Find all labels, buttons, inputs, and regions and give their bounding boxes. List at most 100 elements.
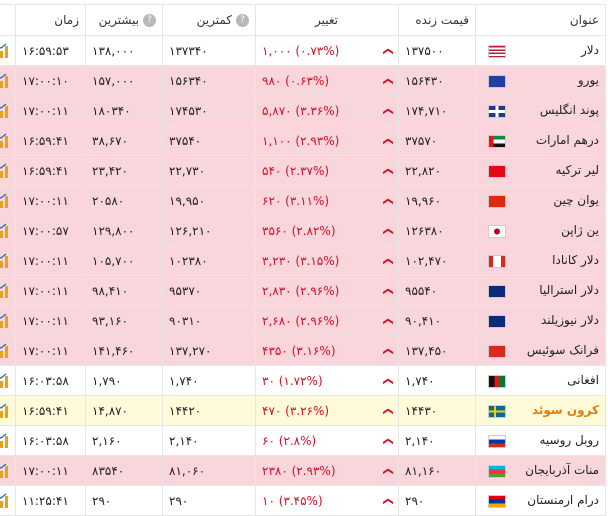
header-low[interactable]: ?کمترین [162, 4, 256, 36]
chart-icon[interactable] [0, 402, 9, 419]
currency-name-cell[interactable]: دلار کانادا [475, 245, 606, 276]
high-cell: ۲۰۵۸۰ [85, 185, 163, 216]
chart-icon[interactable] [0, 282, 9, 299]
time-cell: ۱۶:۰۳:۵۸ [15, 365, 86, 396]
chart-icon[interactable] [0, 492, 9, 509]
chart-link-cell[interactable] [0, 485, 16, 516]
header-change[interactable]: تغییر [255, 4, 399, 36]
chart-link-cell[interactable] [0, 95, 16, 126]
header-name[interactable]: عنوان [475, 4, 606, 36]
currency-name[interactable]: درام ارمنستان [527, 493, 599, 507]
change-cell: ❯ ۶۰ (۲.۸%) [255, 425, 399, 456]
currency-name-cell[interactable]: یورو [475, 65, 606, 96]
currency-name-cell[interactable]: یوان چین [475, 185, 606, 216]
currency-name[interactable]: روبل روسیه [539, 433, 599, 447]
change-value: ۳۵۶۰ (۲.۸۲%) [262, 223, 336, 238]
currency-name-cell[interactable]: کرون سوئد [475, 395, 606, 426]
currency-name-cell[interactable]: پوند انگلیس [475, 95, 606, 126]
chart-link-cell[interactable] [0, 305, 16, 336]
currency-name-cell[interactable]: لیر ترکیه [475, 155, 606, 186]
header-time[interactable]: زمان [15, 4, 86, 36]
chevron-down-icon: ❯ [382, 256, 394, 266]
chart-link-cell[interactable] [0, 35, 16, 66]
chevron-down-icon: ❯ [382, 376, 394, 386]
currency-name[interactable]: فرانک سوئیس [527, 343, 599, 357]
chart-icon[interactable] [0, 192, 9, 209]
chart-link-cell[interactable] [0, 65, 16, 96]
currency-name[interactable]: افغانی [567, 373, 599, 387]
currency-name-cell[interactable]: درهم امارات [475, 125, 606, 156]
currency-name-cell[interactable]: ین ژاپن [475, 215, 606, 246]
currency-name-cell[interactable]: منات آذربایجان [475, 455, 606, 486]
chart-link-cell[interactable] [0, 125, 16, 156]
currency-name[interactable]: دلار کانادا [552, 253, 599, 267]
help-icon[interactable]: ? [143, 14, 156, 27]
low-cell: ۲۲,۷۳۰ [162, 155, 256, 186]
currency-name[interactable]: یوان چین [553, 193, 599, 207]
currency-name[interactable]: منات آذربایجان [525, 463, 599, 477]
currency-name[interactable]: یورو [578, 73, 599, 87]
chart-icon[interactable] [0, 342, 9, 359]
chart-link-cell[interactable] [0, 425, 16, 456]
chart-link-cell[interactable] [0, 155, 16, 186]
chart-icon[interactable] [0, 462, 9, 479]
table-row[interactable]: لیر ترکیه ۲۲,۸۲۰ ❯ ۵۴۰ (۲.۳۷%) ۲۲,۷۳۰ ۲۳,۴۲۰ ۱… [0, 155, 606, 186]
table-row[interactable]: درهم امارات ۳۷۵۷۰ ❯ ۱,۱۰۰ (۲.۹۳%) ۳۷۵۴۰ ۳۸,۶۷… [0, 125, 606, 156]
table-row[interactable]: منات آذربایجان ۸۱,۱۶۰ ❯ ۲۳۸۰ (۲.۹۳%) ۸۱,۰۶۰ ۸… [0, 455, 606, 486]
chart-icon[interactable] [0, 432, 9, 449]
chart-icon[interactable] [0, 72, 9, 89]
currency-name[interactable]: دلار [581, 43, 599, 57]
chart-icon[interactable] [0, 312, 9, 329]
table-row[interactable]: ین ژاپن ۱۲۶۳۸۰ ❯ ۳۵۶۰ (۲.۸۲%) ۱۲۶,۲۱۰ ۱۲۹,۸۰۰… [0, 215, 606, 246]
table-row[interactable]: دلار ۱۳۷۵۰۰ ❯ ۱,۰۰۰ (۰.۷۳%) ۱۳۷۳۴۰ ۱۳۸,۰۰۰ ۱۶:… [0, 35, 606, 66]
chart-link-cell[interactable] [0, 395, 16, 426]
currency-name[interactable]: درهم امارات [536, 133, 599, 147]
currency-name[interactable]: دلار استرالیا [539, 283, 599, 297]
header-price[interactable]: قیمت زنده [398, 4, 476, 36]
change-cell: ❯ ۱۰ (۳.۴۵%) [255, 485, 399, 516]
currency-name-cell[interactable]: درام ارمنستان [475, 485, 606, 516]
table-row[interactable]: یوان چین ۱۹,۹۶۰ ❯ ۶۲۰ (۳.۱۱%) ۱۹,۹۵۰ ۲۰۵۸۰ ۱۷:… [0, 185, 606, 216]
chart-link-cell[interactable] [0, 455, 16, 486]
low-cell: ۱۰۲۳۸۰ [162, 245, 256, 276]
chart-icon[interactable] [0, 252, 9, 269]
table-row[interactable]: درام ارمنستان ۲۹۰ ❯ ۱۰ (۳.۴۵%) ۲۹۰ ۲۹۰ ۱۱:۲۵:۴… [0, 485, 606, 516]
chart-link-cell[interactable] [0, 245, 16, 276]
chart-icon[interactable] [0, 132, 9, 149]
chart-icon[interactable] [0, 222, 9, 239]
currency-name-cell[interactable]: افغانی [475, 365, 606, 396]
chart-icon[interactable] [0, 42, 9, 59]
currency-name-cell[interactable]: روبل روسیه [475, 425, 606, 456]
chart-link-cell[interactable] [0, 185, 16, 216]
table-row[interactable]: روبل روسیه ۲,۱۴۰ ❯ ۶۰ (۲.۸%) ۲,۱۴۰ ۲,۱۶۰ ۱۶:۰۳… [0, 425, 606, 456]
currency-name[interactable]: ین ژاپن [561, 223, 599, 237]
currency-name-cell[interactable]: دلار نیوزیلند [475, 305, 606, 336]
chart-icon[interactable] [0, 162, 9, 179]
chart-link-cell[interactable] [0, 335, 16, 366]
change-value: ۵,۸۷۰ (۳.۳۶%) [262, 103, 340, 118]
live-price-cell: ۱۳۷۵۰۰ [398, 35, 476, 66]
chart-link-cell[interactable] [0, 365, 16, 396]
chart-icon[interactable] [0, 102, 9, 119]
currency-name-cell[interactable]: دلار [475, 35, 606, 66]
table-row[interactable]: دلار استرالیا ۹۵۵۴۰ ❯ ۲,۸۳۰ (۲.۹۶%) ۹۵۳۷۰ ۹۸,… [0, 275, 606, 306]
chart-link-cell[interactable] [0, 275, 16, 306]
chart-icon[interactable] [0, 372, 9, 389]
table-row[interactable]: کرون سوئد ۱۴۴۳۰ ❯ ۴۷۰ (۳.۲۶%) ۱۴۴۲۰ ۱۴,۸۷۰ ۱۶:… [0, 395, 606, 426]
table-row[interactable]: دلار نیوزیلند ۹۰,۴۱۰ ❯ ۲,۶۸۰ (۲.۹۶%) ۹۰۳۱۰ ۹۳… [0, 305, 606, 336]
chart-link-cell[interactable] [0, 215, 16, 246]
table-row[interactable]: افغانی ۱,۷۴۰ ❯ ۳۰ (۱.۷۲%) ۱,۷۴۰ ۱,۷۹۰ ۱۶:۰۳:۵۸ [0, 365, 606, 396]
currency-name[interactable]: دلار نیوزیلند [541, 313, 599, 327]
currency-name[interactable]: کرون سوئد [532, 403, 599, 417]
currency-name-cell[interactable]: فرانک سوئیس [475, 335, 606, 366]
currency-name[interactable]: لیر ترکیه [556, 163, 599, 177]
table-row[interactable]: پوند انگلیس ۱۷۴,۷۱۰ ❯ ۵,۸۷۰ (۳.۳۶%) ۱۷۴۵۳۰ ۱۸… [0, 95, 606, 126]
header-high[interactable]: ?بیشترین [85, 4, 163, 36]
currency-name[interactable]: پوند انگلیس [540, 103, 599, 117]
table-row[interactable]: دلار کانادا ۱۰۲,۴۷۰ ❯ ۳,۲۳۰ (۳.۱۵%) ۱۰۲۳۸۰ ۱۰… [0, 245, 606, 276]
table-row[interactable]: یورو ۱۵۶۴۳۰ ❯ ۹۸۰ (۰.۶۳%) ۱۵۶۳۴۰ ۱۵۷,۰۰۰ ۱۷:۰۰… [0, 65, 606, 96]
currency-name-cell[interactable]: دلار استرالیا [475, 275, 606, 306]
table-row[interactable]: فرانک سوئیس ۱۳۷,۴۵۰ ❯ ۴۳۵۰ (۳.۱۶%) ۱۳۷,۲۷۰ ۱۴… [0, 335, 606, 366]
help-icon[interactable]: ? [236, 14, 249, 27]
low-cell: ۸۱,۰۶۰ [162, 455, 256, 486]
